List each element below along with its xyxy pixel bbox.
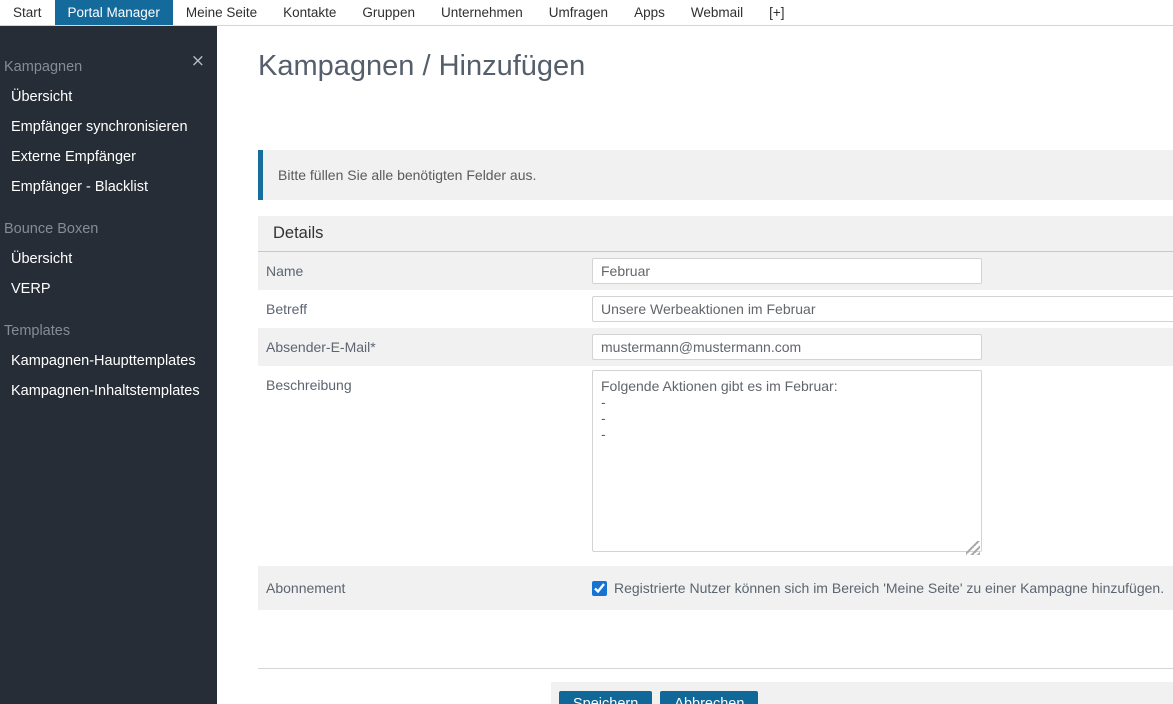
nav-tab-add[interactable]: [+] bbox=[756, 0, 797, 25]
label-betreff: Betreff bbox=[266, 301, 307, 317]
sidebar-item-empfaenger-synchronisieren[interactable]: Empfänger synchronisieren bbox=[0, 112, 217, 142]
nav-tab-umfragen[interactable]: Umfragen bbox=[536, 0, 621, 25]
info-alert: Bitte füllen Sie alle benötigten Felder … bbox=[258, 150, 1173, 200]
sidebar-section-templates: Templates Kampagnen-Haupttemplates Kampa… bbox=[0, 316, 217, 406]
footer-divider bbox=[258, 668, 1173, 669]
sidebar-section-bounce-boxen: Bounce Boxen Übersicht VERP bbox=[0, 214, 217, 304]
label-absender-email: Absender-E-Mail* bbox=[266, 339, 376, 355]
label-beschreibung: Beschreibung bbox=[266, 377, 352, 393]
nav-tab-kontakte[interactable]: Kontakte bbox=[270, 0, 349, 25]
sidebar-item-externe-empfaenger[interactable]: Externe Empfänger bbox=[0, 142, 217, 172]
sidebar-section-kampagnen: Kampagnen Übersicht Empfänger synchronis… bbox=[0, 52, 217, 202]
details-panel-header: Details bbox=[258, 216, 1173, 252]
sidebar: × Kampagnen Übersicht Empfänger synchron… bbox=[0, 26, 217, 704]
nav-tab-start[interactable]: Start bbox=[0, 0, 55, 25]
cancel-button[interactable]: Abbrechen bbox=[660, 691, 759, 704]
field-cell-abonnement: Registrierte Nutzer können sich im Berei… bbox=[592, 566, 1173, 610]
sidebar-item-uebersicht-kampagnen[interactable]: Übersicht bbox=[0, 82, 217, 112]
absender-email-input[interactable] bbox=[592, 334, 982, 360]
details-panel-title: Details bbox=[273, 224, 324, 242]
abonnement-checkbox[interactable] bbox=[592, 580, 607, 596]
abonnement-checkbox-group: Registrierte Nutzer können sich im Berei… bbox=[592, 580, 1164, 596]
beschreibung-textarea-wrapper bbox=[592, 370, 982, 557]
abonnement-checkbox-label: Registrierte Nutzer können sich im Berei… bbox=[614, 580, 1165, 596]
sidebar-item-verp[interactable]: VERP bbox=[0, 274, 217, 304]
page-title: Kampagnen / Hinzufügen bbox=[258, 50, 586, 82]
sidebar-item-empfaenger-blacklist[interactable]: Empfänger - Blacklist bbox=[0, 172, 217, 202]
sidebar-section-title-templates: Templates bbox=[4, 323, 71, 339]
nav-tab-portal-manager[interactable]: Portal Manager bbox=[54, 0, 173, 25]
field-cell-name bbox=[592, 252, 1173, 290]
nav-tab-apps[interactable]: Apps bbox=[621, 0, 678, 25]
form-row-name: Name bbox=[258, 252, 1173, 290]
form-row-beschreibung: Beschreibung bbox=[258, 366, 1173, 566]
nav-tab-meine-seite[interactable]: Meine Seite bbox=[173, 0, 270, 25]
sidebar-section-title-bounce-boxen: Bounce Boxen bbox=[4, 221, 99, 237]
info-alert-text: Bitte füllen Sie alle benötigten Felder … bbox=[278, 167, 537, 183]
label-abonnement: Abonnement bbox=[266, 580, 346, 596]
betreff-input[interactable] bbox=[592, 296, 1173, 322]
beschreibung-textarea[interactable] bbox=[592, 370, 982, 552]
field-cell-absender-email bbox=[592, 328, 1173, 366]
main-content: Kampagnen / Hinzufügen Bitte füllen Sie … bbox=[217, 26, 1173, 704]
form-footer: Speichern Abbrechen bbox=[551, 682, 1173, 704]
save-button[interactable]: Speichern bbox=[559, 691, 653, 704]
field-cell-betreff bbox=[592, 290, 1173, 328]
sidebar-item-kampagnen-inhaltstemplates[interactable]: Kampagnen-Inhaltstemplates bbox=[0, 376, 217, 406]
nav-tab-unternehmen[interactable]: Unternehmen bbox=[428, 0, 536, 25]
nav-tab-gruppen[interactable]: Gruppen bbox=[349, 0, 428, 25]
top-navigation-bar: Start Portal Manager Meine Seite Kontakt… bbox=[0, 0, 1173, 26]
label-name: Name bbox=[266, 263, 304, 279]
nav-tab-webmail[interactable]: Webmail bbox=[678, 0, 756, 25]
name-input[interactable] bbox=[592, 258, 982, 284]
sidebar-item-uebersicht-bounce[interactable]: Übersicht bbox=[0, 244, 217, 274]
sidebar-section-title-kampagnen: Kampagnen bbox=[4, 59, 83, 75]
field-cell-beschreibung bbox=[592, 366, 1173, 557]
sidebar-item-kampagnen-haupttemplates[interactable]: Kampagnen-Haupttemplates bbox=[0, 346, 217, 376]
form-row-betreff: Betreff bbox=[258, 290, 1173, 328]
form-row-abonnement: Abonnement Registrierte Nutzer können si… bbox=[258, 566, 1173, 610]
form-row-absender-email: Absender-E-Mail* bbox=[258, 328, 1173, 366]
